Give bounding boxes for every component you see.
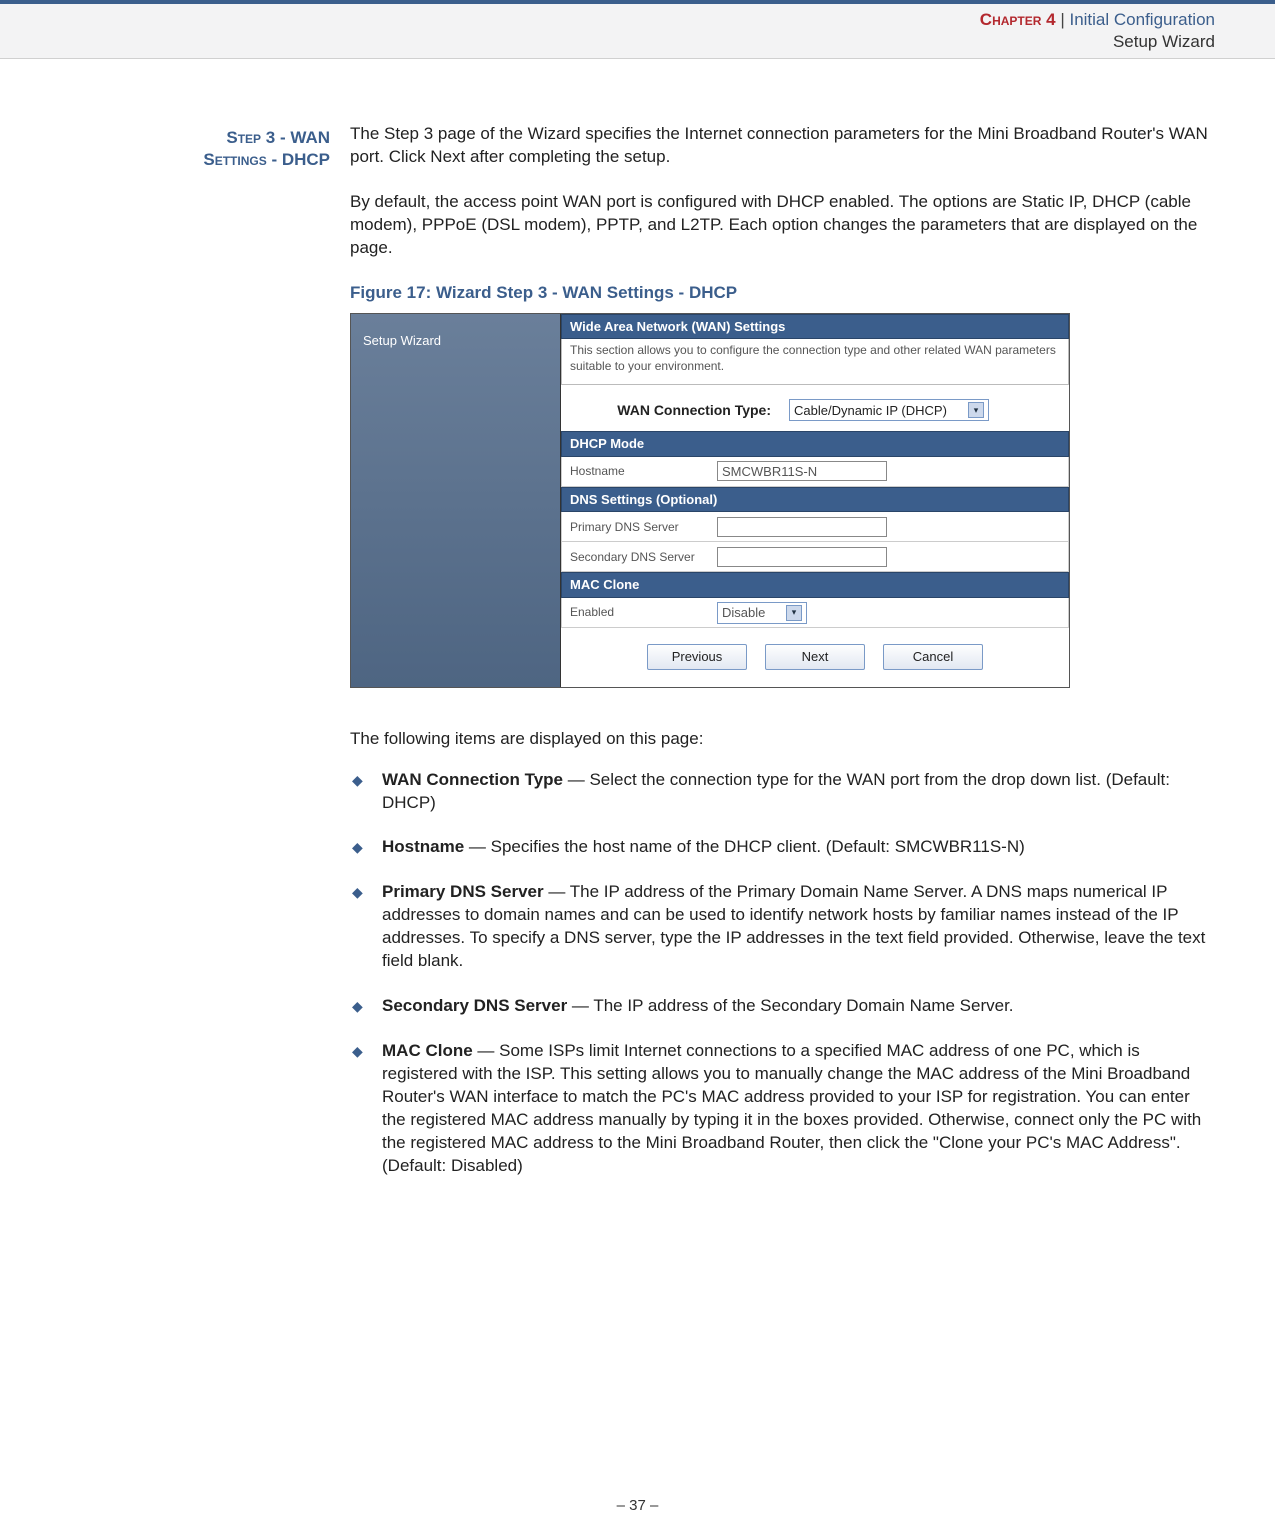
- connection-type-row: WAN Connection Type: Cable/Dynamic IP (D…: [561, 385, 1069, 431]
- item-term: Secondary DNS Server: [382, 996, 567, 1015]
- connection-type-select[interactable]: Cable/Dynamic IP (DHCP) ▾: [789, 399, 989, 421]
- list-item: Hostname — Specifies the host name of th…: [350, 836, 1215, 859]
- chapter-label: Chapter 4: [980, 10, 1056, 29]
- next-button[interactable]: Next: [765, 644, 865, 670]
- paragraph-2: By default, the access point WAN port is…: [350, 191, 1215, 260]
- item-term: Primary DNS Server: [382, 882, 544, 901]
- mac-enable-value: Disable: [722, 604, 765, 622]
- hostname-input[interactable]: SMCWBR11S-N: [717, 461, 887, 481]
- mac-enable-row: Enabled Disable ▾: [561, 598, 1069, 628]
- primary-dns-input[interactable]: [717, 517, 887, 537]
- item-term: Hostname: [382, 837, 464, 856]
- header-subtitle: Setup Wizard: [0, 32, 1215, 52]
- list-item: Primary DNS Server — The IP address of t…: [350, 881, 1215, 973]
- wizard-main-panel: Wide Area Network (WAN) Settings This se…: [561, 314, 1069, 687]
- mac-enable-select[interactable]: Disable ▾: [717, 602, 807, 624]
- panel-title-bar: Wide Area Network (WAN) Settings: [561, 314, 1069, 340]
- secondary-dns-row: Secondary DNS Server: [561, 542, 1069, 572]
- step-heading-line1: Step 3 - WAN: [226, 128, 330, 147]
- chapter-title: Initial Configuration: [1069, 10, 1215, 29]
- cancel-button[interactable]: Cancel: [883, 644, 983, 670]
- chevron-down-icon[interactable]: ▾: [968, 402, 984, 418]
- primary-dns-label: Primary DNS Server: [562, 519, 717, 535]
- items-intro: The following items are displayed on thi…: [350, 728, 1215, 751]
- item-desc: — Some ISPs limit Internet connections t…: [382, 1041, 1201, 1175]
- step-heading-line2: Settings - DHCP: [203, 150, 330, 169]
- figure-caption: Figure 17: Wizard Step 3 - WAN Settings …: [350, 282, 1215, 305]
- paragraph-1: The Step 3 page of the Wizard specifies …: [350, 123, 1215, 169]
- dns-section-bar: DNS Settings (Optional): [561, 487, 1069, 513]
- hostname-row: Hostname SMCWBR11S-N: [561, 457, 1069, 487]
- item-term: WAN Connection Type: [382, 770, 563, 789]
- list-item: Secondary DNS Server — The IP address of…: [350, 995, 1215, 1018]
- item-desc: — The IP address of the Secondary Domain…: [567, 996, 1013, 1015]
- chevron-down-icon[interactable]: ▾: [786, 605, 802, 621]
- list-item: WAN Connection Type — Select the connect…: [350, 769, 1215, 815]
- item-list: WAN Connection Type — Select the connect…: [350, 769, 1215, 1178]
- item-desc: — Specifies the host name of the DHCP cl…: [464, 837, 1025, 856]
- item-term: MAC Clone: [382, 1041, 473, 1060]
- secondary-dns-label: Secondary DNS Server: [562, 549, 717, 565]
- wizard-sidebar: Setup Wizard: [351, 314, 561, 687]
- page-header: Chapter 4 | Initial Configuration Setup …: [0, 4, 1275, 59]
- mac-enable-label: Enabled: [562, 604, 717, 620]
- previous-button[interactable]: Previous: [647, 644, 747, 670]
- chapter-separator: |: [1056, 10, 1070, 29]
- hostname-label: Hostname: [562, 463, 717, 479]
- dhcp-section-bar: DHCP Mode: [561, 431, 1069, 457]
- page-number: – 37 –: [0, 1497, 1275, 1514]
- list-item: MAC Clone — Some ISPs limit Internet con…: [350, 1040, 1215, 1178]
- panel-description: This section allows you to configure the…: [561, 339, 1069, 385]
- wizard-button-row: Previous Next Cancel: [561, 628, 1069, 686]
- mac-clone-section-bar: MAC Clone: [561, 572, 1069, 598]
- embedded-screenshot: Setup Wizard Wide Area Network (WAN) Set…: [350, 313, 1070, 688]
- connection-type-label: WAN Connection Type:: [569, 401, 789, 420]
- secondary-dns-input[interactable]: [717, 547, 887, 567]
- sidebar-label[interactable]: Setup Wizard: [363, 333, 441, 348]
- step-heading: Step 3 - WAN Settings - DHCP: [0, 127, 330, 171]
- primary-dns-row: Primary DNS Server: [561, 512, 1069, 542]
- connection-type-value: Cable/Dynamic IP (DHCP): [794, 402, 947, 420]
